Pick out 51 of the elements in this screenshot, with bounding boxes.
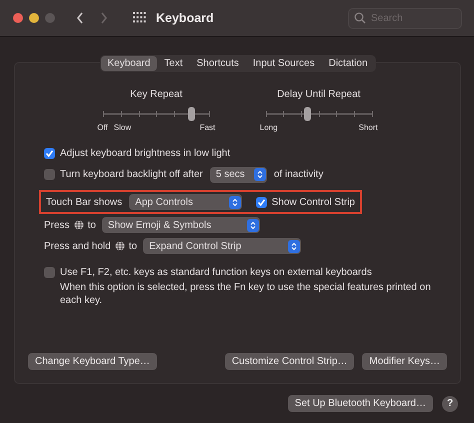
minimize-icon[interactable] (29, 13, 39, 23)
touch-bar-label: Touch Bar shows (46, 196, 122, 208)
stepper-icon (228, 196, 241, 208)
checkbox[interactable] (256, 196, 267, 208)
slider-label: Short (358, 123, 378, 132)
globe-action-dropdown[interactable]: Expand Control Strip (143, 238, 302, 254)
globe-prefix: Press (44, 220, 70, 230)
slider-title: Key Repeat (130, 89, 182, 100)
back-icon[interactable] (75, 11, 85, 25)
globe-suffix: to (88, 220, 96, 230)
globe-icon (74, 220, 84, 230)
slider[interactable] (266, 107, 372, 121)
slider-label: Slow (114, 123, 132, 132)
checkbox-label: Show Control Strip (272, 196, 355, 208)
bluetooth-setup-button[interactable]: Set Up Bluetooth Keyboard… (288, 395, 433, 412)
globe-icon (114, 241, 125, 251)
slider-label: Long (260, 123, 278, 132)
window-title: Keyboard (156, 11, 214, 25)
action-button[interactable]: Change Keyboard Type… (28, 353, 157, 370)
stepper-icon (288, 240, 300, 252)
tab[interactable]: Shortcuts (190, 56, 246, 71)
checkbox-label: Use F1, F2, etc. keys as standard function keys on external keyboards (60, 267, 372, 278)
option-description: When this option is selected, press the Fn key to use the special features printed on each key. (60, 281, 432, 307)
globe-prefix: Press and hold (44, 240, 111, 252)
close-icon[interactable] (13, 13, 23, 23)
tab[interactable]: Text (157, 56, 190, 71)
slider[interactable] (103, 107, 210, 121)
action-button[interactable]: Customize Control Strip… (224, 353, 354, 370)
tab[interactable]: Input Sources (246, 56, 322, 71)
slider-title: Delay Until Repeat (277, 89, 360, 100)
stepper-icon (254, 168, 266, 181)
checkbox[interactable] (44, 267, 55, 278)
slider-label: Fast (200, 123, 216, 132)
globe-action-dropdown[interactable]: Show Emoji & Symbols (102, 217, 260, 233)
action-button[interactable]: Modifier Keys… (362, 353, 447, 370)
slider-thumb[interactable] (188, 107, 196, 121)
suffix-label: of inactivity (274, 169, 324, 180)
slider-label: Off (97, 123, 108, 132)
tab[interactable]: Dictation (322, 56, 375, 71)
tab[interactable]: Keyboard (100, 56, 158, 71)
stepper-icon (246, 218, 259, 232)
touch-bar-dropdown[interactable]: App Controls (129, 194, 242, 210)
help-button[interactable]: ? (442, 396, 458, 412)
checkbox[interactable] (44, 169, 55, 180)
grid-icon[interactable] (133, 12, 147, 24)
duration-dropdown[interactable]: 5 secs (210, 166, 267, 182)
checkbox-label: Adjust keyboard brightness in low light (60, 148, 230, 159)
globe-suffix: to (128, 240, 138, 252)
checkbox[interactable] (44, 148, 55, 159)
slider-thumb[interactable] (304, 107, 312, 121)
checkbox-label: Turn keyboard backlight off after (60, 169, 203, 180)
